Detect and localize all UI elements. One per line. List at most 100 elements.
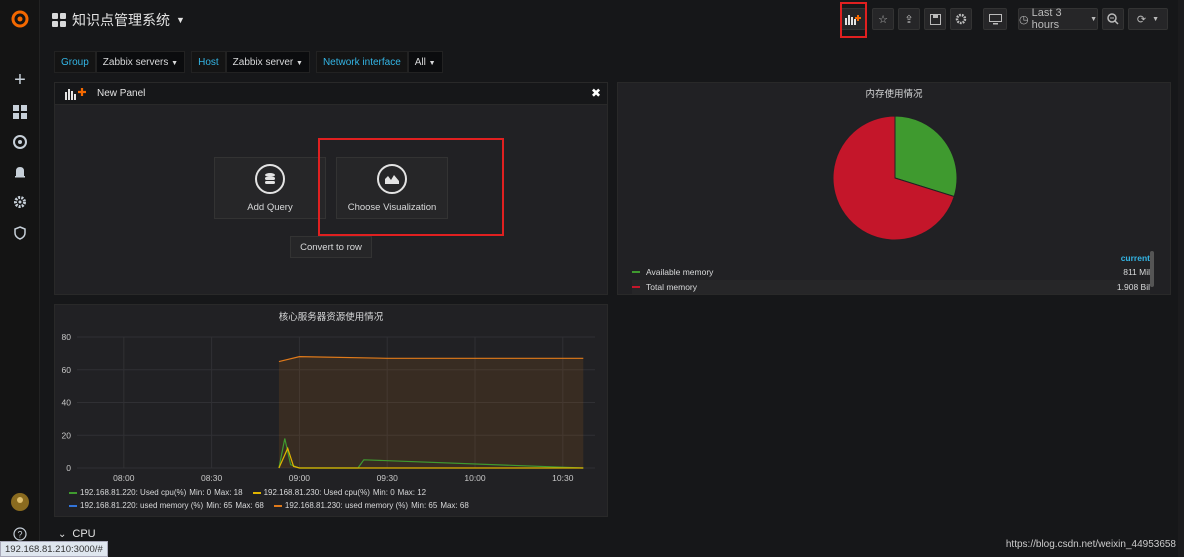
new-panel: New Panel ✖ Add Query Choose Visualizati… [54,82,608,295]
user-avatar[interactable] [10,492,30,512]
page-scrollbar[interactable] [1178,0,1184,557]
legend-min: Min: 0 [189,488,212,497]
refresh-button[interactable]: ⟳ ▼ [1128,8,1168,30]
explore-compass-icon[interactable] [10,132,30,152]
cycle-view-mode-button[interactable] [983,8,1007,30]
dashboard-grid-icon [52,13,66,27]
x-tick-label: 09:00 [289,473,311,483]
y-tick-label: 60 [62,365,72,375]
y-tick-label: 80 [62,332,72,342]
share-icon: ⇪ [904,13,914,26]
dashboard-settings-button[interactable] [950,8,972,30]
zoom-out-icon [1107,13,1119,25]
x-tick-label: 10:30 [552,473,574,483]
variable-host: Host Zabbix server ▼ [191,51,310,73]
legend-label: 192.168.81.230: Used cpu(%) [263,488,370,497]
time-range-picker[interactable]: ◷ Last 3 hours ▼ [1018,7,1098,31]
add-query-button[interactable]: Add Query [214,157,326,219]
legend-min: Min: 0 [372,488,395,497]
main-area: 知识点管理系统 ▼ ☆ ⇪ ◷ Last 3 hours ▼ ⟳ ▼ Group… [40,0,1184,557]
server-admin-shield-icon[interactable] [10,223,30,243]
legend-scrollbar[interactable] [1150,251,1154,287]
variable-interface-select[interactable]: All ▼ [407,51,443,73]
graph-legend-row: 192.168.81.220: Used cpu(%) Min: 0 Max: … [69,488,426,497]
legend-label: 192.168.81.220: used memory (%) [80,501,204,510]
caret-down-icon: ▼ [428,60,436,67]
panel-title: 内存使用情况 [865,89,923,100]
new-panel-header: New Panel [55,83,607,105]
variable-value: Zabbix servers [102,57,169,68]
legend-item[interactable]: 192.168.81.220: used memory (%) Min: 65 … [69,501,264,510]
legend-item[interactable]: 192.168.81.230: Used cpu(%) Min: 0 Max: … [252,488,427,497]
legend-swatch [632,271,640,273]
variable-host-select[interactable]: Zabbix server ▼ [225,51,310,73]
zoom-out-button[interactable] [1102,8,1124,30]
legend-min: Min: 65 [411,501,438,510]
sidebar: + ? [0,0,40,557]
legend-max: Max: 12 [397,488,427,497]
chevron-down-icon: ⌄ [58,528,67,540]
clock-icon: ◷ [1019,13,1029,26]
star-dashboard-button[interactable]: ☆ [872,8,894,30]
y-tick-label: 20 [62,430,72,440]
legend-header-current: current [1120,253,1150,263]
legend-max: Max: 18 [214,488,243,497]
grafana-logo-icon[interactable] [10,9,30,29]
share-dashboard-button[interactable]: ⇪ [898,8,920,30]
caret-down-icon: ▼ [171,60,179,67]
new-panel-title: New Panel [97,88,146,99]
row-cpu[interactable]: ⌄ CPU [58,528,96,540]
choose-visualization-button[interactable]: Choose Visualization [336,157,448,219]
svg-text:?: ? [18,530,23,540]
dashboard-navbar: 知识点管理系统 ▼ ☆ ⇪ ◷ Last 3 hours ▼ ⟳ ▼ [40,0,1184,40]
gear-icon [955,13,967,25]
legend-item[interactable]: 192.168.81.220: Used cpu(%) Min: 0 Max: … [69,488,243,497]
add-query-label: Add Query [247,201,293,213]
database-icon [255,163,285,194]
plus-icon[interactable]: + [10,69,30,91]
dashboards-icon[interactable] [10,102,30,122]
x-tick-label: 09:30 [377,473,399,483]
legend-swatch [273,504,282,507]
pie-chart [832,115,958,241]
legend-label: Total memory [646,282,698,292]
variable-group-select[interactable]: Zabbix servers ▼ [95,51,186,73]
variable-value: Zabbix server [232,57,294,68]
series-area [278,356,584,468]
legend-item-total-memory[interactable]: Total memory 1.908 Bil [632,280,1150,294]
legend-swatch [632,286,640,288]
star-icon: ☆ [878,13,888,26]
panel-title: 核心服务器资源使用情况 [278,312,384,323]
add-panel-button[interactable] [840,8,866,30]
x-tick-label: 08:30 [201,473,223,483]
status-bar-url: 192.168.81.210:3000/# [0,541,108,557]
legend-label: Available memory [646,267,714,277]
configuration-gear-icon[interactable] [10,192,30,212]
legend-value: 1.908 Bil [1116,282,1150,292]
legend-item-available-memory[interactable]: Available memory 811 Mil [632,265,1150,279]
x-tick-label: 10:00 [464,473,486,483]
dashboard-title-picker[interactable]: 知识点管理系统 ▼ [52,10,185,30]
save-dashboard-button[interactable] [924,8,946,30]
refresh-icon: ⟳ [1136,13,1147,26]
legend-value: 811 Mil [1123,267,1150,277]
close-icon[interactable]: ✖ [591,86,601,100]
legend-item[interactable]: 192.168.81.230: used memory (%) Min: 65 … [273,501,469,510]
watermark: https://blog.csdn.net/weixin_44953658 [1005,539,1176,550]
convert-to-row-button[interactable]: Convert to row [290,236,372,258]
monitor-icon [988,13,1002,24]
choose-visualization-label: Choose Visualization [347,201,437,213]
add-panel-icon [845,15,861,25]
legend-max: Max: 68 [440,501,469,510]
x-tick-label: 08:00 [113,473,135,483]
line-graph: 0 20 40 60 80 08:00 08:30 09:00 09:30 10:00 10:30 [62,332,595,483]
legend-swatch [252,491,261,494]
memory-pie-panel: 内存使用情况 current Available memory 811 Mil … [617,82,1171,295]
add-panel-icon [65,88,86,100]
y-tick-label: 0 [66,463,71,473]
variable-label: Host [191,51,226,73]
alerting-bell-icon[interactable] [10,162,30,182]
caret-down-icon: ▼ [176,15,185,25]
save-icon [929,13,941,25]
caret-down-icon: ▼ [1090,15,1097,23]
